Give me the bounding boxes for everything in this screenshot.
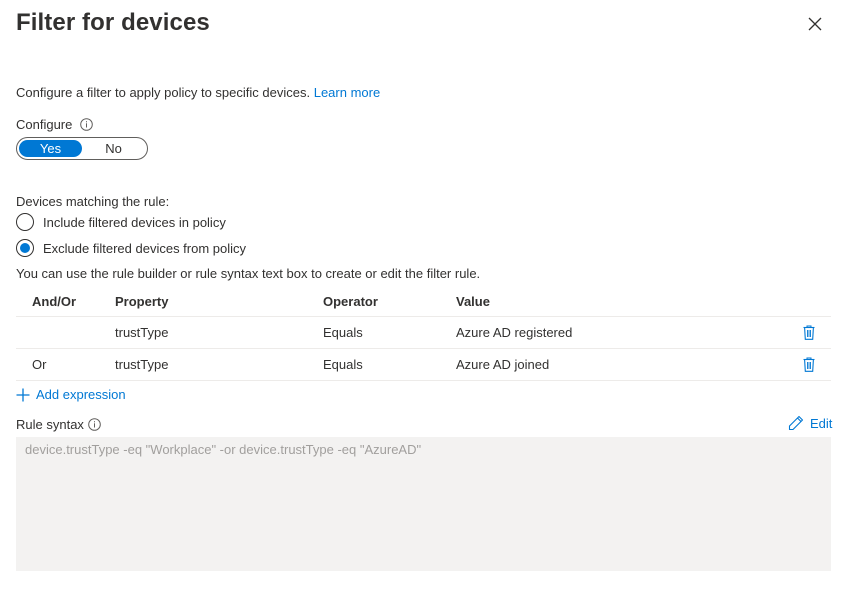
delete-cell: [786, 357, 831, 372]
radio-label: Exclude filtered devices from policy: [43, 240, 247, 256]
pencil-icon: [788, 415, 804, 431]
info-icon[interactable]: [80, 118, 94, 131]
cell-value[interactable]: Azure AD joined: [456, 357, 786, 372]
plus-icon: [16, 388, 30, 401]
toggle-option-yes[interactable]: Yes: [19, 140, 82, 157]
add-expression-label: Add expression: [36, 387, 126, 402]
trash-icon[interactable]: [803, 357, 815, 372]
configure-toggle[interactable]: Yes No: [16, 137, 148, 160]
matching-label: Devices matching the rule:: [16, 194, 170, 209]
cell-andor[interactable]: Or: [16, 357, 115, 372]
radio-button[interactable]: [16, 239, 34, 257]
table-header: And/Or Property Operator Value: [16, 286, 831, 317]
configure-label: Configure: [16, 117, 94, 132]
learn-more-link[interactable]: Learn more: [314, 85, 380, 100]
cell-operator[interactable]: Equals: [323, 357, 456, 372]
edit-button[interactable]: Edit: [788, 415, 832, 431]
rule-table: And/Or Property Operator Value trustType…: [16, 286, 831, 381]
close-icon: [808, 17, 822, 31]
radio-label: Include filtered devices in policy: [43, 214, 226, 230]
table-row[interactable]: Or trustType Equals Azure AD joined: [16, 349, 831, 381]
header-value: Value: [456, 293, 490, 309]
header-property: Property: [115, 293, 169, 309]
close-button[interactable]: [803, 12, 827, 36]
header-andor: And/Or: [32, 293, 77, 309]
intro-description: Configure a filter to apply policy to sp…: [16, 85, 311, 100]
table-row[interactable]: trustType Equals Azure AD registered: [16, 317, 831, 349]
cell-property[interactable]: trustType: [115, 325, 323, 340]
rule-syntax-label: Rule syntax: [16, 417, 101, 432]
cell-property[interactable]: trustType: [115, 357, 323, 372]
radio-include[interactable]: Include filtered devices in policy: [16, 213, 226, 231]
delete-cell: [786, 325, 831, 340]
intro-text: Configure a filter to apply policy to sp…: [16, 85, 380, 100]
add-expression-button[interactable]: Add expression: [16, 387, 126, 402]
trash-icon[interactable]: [803, 325, 815, 340]
edit-label: Edit: [810, 415, 833, 431]
radio-button[interactable]: [16, 213, 34, 231]
cell-operator[interactable]: Equals: [323, 325, 456, 340]
rule-syntax-textbox[interactable]: device.trustType -eq "Workplace" -or dev…: [16, 437, 831, 571]
info-icon[interactable]: [88, 418, 101, 431]
radio-selected-dot: [20, 243, 30, 253]
rule-syntax-label-text: Rule syntax: [16, 417, 84, 432]
help-text: You can use the rule builder or rule syn…: [16, 266, 481, 281]
toggle-option-no[interactable]: No: [82, 140, 145, 157]
configure-label-text: Configure: [16, 117, 73, 132]
panel-title: Filter for devices: [16, 9, 210, 36]
radio-exclude[interactable]: Exclude filtered devices from policy: [16, 239, 246, 257]
header-operator: Operator: [323, 293, 378, 309]
cell-value[interactable]: Azure AD registered: [456, 325, 786, 340]
